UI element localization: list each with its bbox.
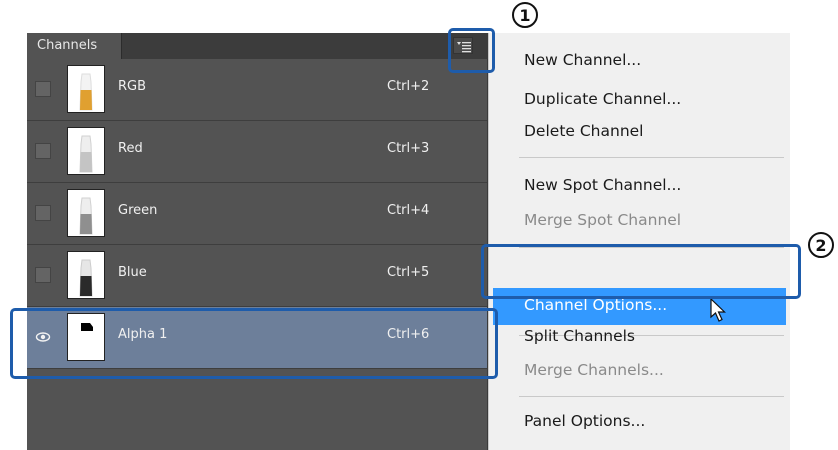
svg-text:1: 1: [519, 6, 530, 25]
callout-box-1: [448, 28, 495, 73]
panel-flyout-menu: New Channel... Duplicate Channel... Dele…: [488, 33, 790, 450]
channels-panel: Channels RGB Ctrl+2 Red Ctrl+3 Green Ctr…: [27, 33, 502, 450]
callout-box-selected-channel: [10, 308, 498, 379]
menu-item-split-channels[interactable]: Split Channels: [524, 327, 635, 345]
channel-shortcut: Ctrl+2: [387, 79, 430, 94]
channel-row-red[interactable]: Red Ctrl+3: [27, 121, 487, 183]
visibility-toggle[interactable]: [35, 205, 51, 221]
mouse-cursor-icon: [710, 298, 726, 322]
menu-item-duplicate-channel[interactable]: Duplicate Channel...: [524, 90, 681, 108]
channel-shortcut: Ctrl+3: [387, 141, 430, 156]
callout-number-1: 1: [510, 0, 540, 30]
menu-separator: [519, 157, 784, 158]
menu-separator: [519, 396, 784, 397]
channel-thumbnail: [67, 65, 105, 113]
menu-item-panel-options[interactable]: Panel Options...: [524, 412, 645, 430]
channel-list: RGB Ctrl+2 Red Ctrl+3 Green Ctrl+4 Blue …: [27, 59, 487, 450]
channel-shortcut: Ctrl+4: [387, 203, 430, 218]
menu-item-merge-spot-channel: Merge Spot Channel: [524, 211, 682, 229]
channel-row-blue[interactable]: Blue Ctrl+5: [27, 245, 487, 307]
channel-name: Blue: [118, 265, 147, 280]
visibility-toggle[interactable]: [35, 143, 51, 159]
channel-name: RGB: [118, 79, 147, 94]
channel-name: Green: [118, 203, 158, 218]
channel-row-rgb[interactable]: RGB Ctrl+2: [27, 59, 487, 121]
channel-name: Red: [118, 141, 143, 156]
callout-box-2: [481, 244, 801, 299]
menu-item-new-channel[interactable]: New Channel...: [524, 51, 641, 69]
channel-row-green[interactable]: Green Ctrl+4: [27, 183, 487, 245]
tab-channels[interactable]: Channels: [27, 33, 122, 59]
channel-thumbnail: [67, 189, 105, 237]
visibility-toggle[interactable]: [35, 81, 51, 97]
menu-item-new-spot-channel[interactable]: New Spot Channel...: [524, 176, 681, 194]
channel-thumbnail: [67, 251, 105, 299]
channel-shortcut: Ctrl+5: [387, 265, 430, 280]
menu-item-merge-channels: Merge Channels...: [524, 361, 664, 379]
callout-number-2: 2: [806, 230, 836, 260]
menu-item-delete-channel[interactable]: Delete Channel: [524, 122, 644, 140]
visibility-toggle[interactable]: [35, 267, 51, 283]
panel-tab-bar: Channels: [27, 33, 502, 59]
svg-text:2: 2: [815, 236, 826, 255]
channel-thumbnail: [67, 127, 105, 175]
